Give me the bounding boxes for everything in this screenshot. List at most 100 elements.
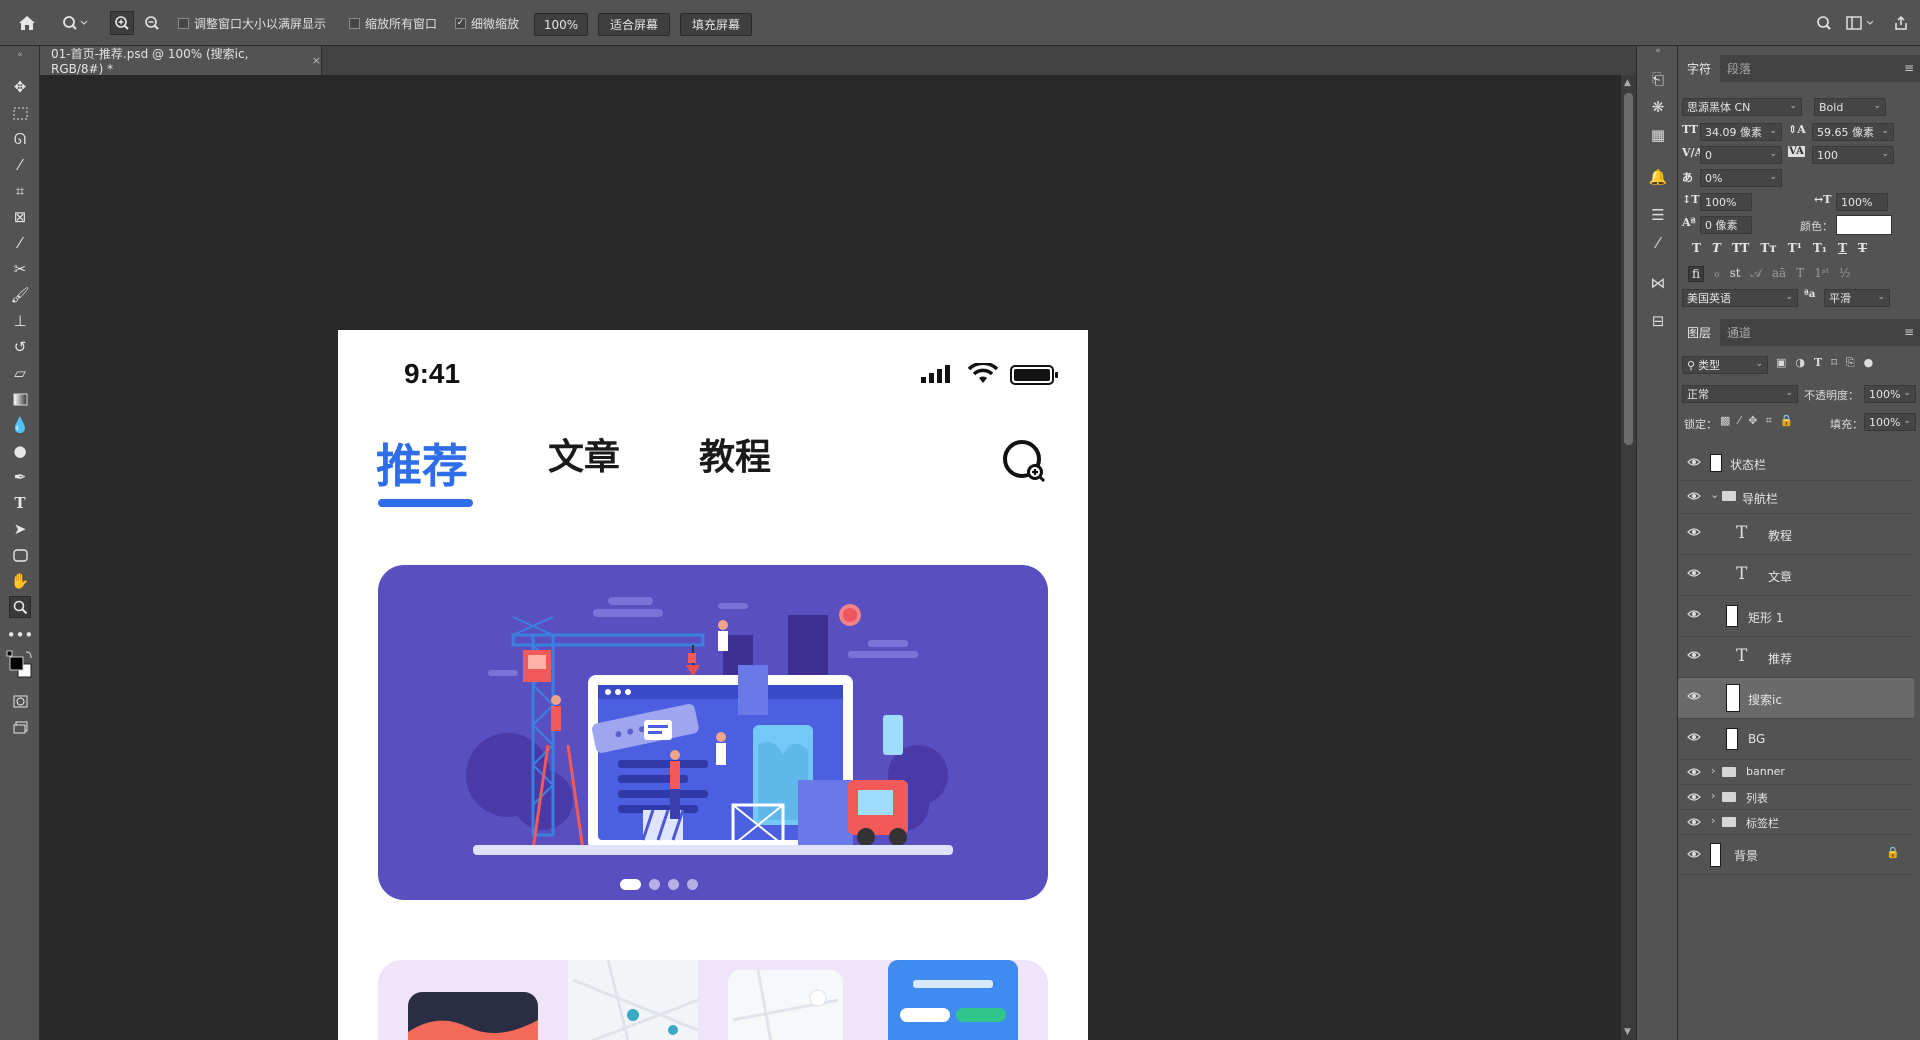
search-icon[interactable] [1816,12,1832,34]
zoom-tool-icon[interactable] [9,596,31,618]
old-style-icon[interactable]: ℴ [1714,266,1720,282]
history-brush-tool-icon[interactable]: ↺ [9,336,31,358]
titling-icon[interactable]: aā [1772,266,1786,282]
layer-row-tutorial[interactable]: T 教程 [1678,514,1914,555]
image-filter-icon[interactable]: ▣ [1776,356,1786,370]
quick-mask-icon[interactable] [9,690,31,712]
zoom-out-icon[interactable] [144,12,160,34]
carousel-dot-active[interactable] [620,879,641,890]
chevron-right-icon[interactable]: › [1711,764,1715,777]
banner[interactable] [378,565,1048,900]
antialias-select[interactable]: 平滑 ⌄ [1824,289,1890,307]
visibility-eye-icon[interactable] [1687,849,1701,859]
ordinal-icon[interactable]: 1ˢᵗ [1814,266,1829,282]
marquee-tool-icon[interactable] [9,102,31,124]
dodge-tool-icon[interactable]: ● [9,440,31,462]
resize-windows-checkbox[interactable]: 调整窗口大小以满屏显示 [178,12,326,34]
lock-transparent-icon[interactable]: ▩ [1720,414,1730,428]
close-tab-icon[interactable]: × [312,54,321,67]
scroll-up-icon[interactable]: ▲ [1624,78,1631,88]
baseline-shift-field[interactable]: 0 像素 [1700,216,1752,234]
3d-panel-icon[interactable]: ❋ [1647,96,1669,118]
list-card[interactable] [378,960,1048,1040]
hand-tool-icon[interactable]: ✋ [9,570,31,592]
font-size-field[interactable]: 34.09 像素 ⌄ [1700,123,1782,141]
fit-screen-button[interactable]: 适合屏幕 [598,13,670,36]
carousel-dot[interactable] [649,879,660,890]
layer-row-background[interactable]: 背景 🔒 [1678,835,1914,875]
gradient-tool-icon[interactable] [9,388,31,410]
carousel-dot[interactable] [668,879,679,890]
font-family-select[interactable]: 思源黑体 CN ⌄ [1682,98,1802,116]
subscript-icon[interactable]: T₁ [1813,241,1827,255]
fractions-icon[interactable]: ½ [1839,266,1851,282]
visibility-eye-icon[interactable] [1687,527,1701,537]
search-icon[interactable] [1001,438,1051,491]
layer-row-banner[interactable]: › banner [1678,760,1914,785]
collapse-arrows-icon[interactable]: « [9,50,31,60]
blur-tool-icon[interactable]: 💧 [9,414,31,436]
visibility-eye-icon[interactable] [1687,568,1701,578]
vertical-scale-field[interactable]: 100% [1700,193,1752,211]
notifications-icon[interactable]: 🔔 [1647,166,1669,188]
adjustments-icon[interactable]: ☰ [1647,204,1669,226]
fill-field[interactable]: 100% ⌄ [1864,413,1916,431]
all-caps-icon[interactable]: TT [1732,241,1749,255]
brush-tool-icon[interactable]: 🖌 [9,284,31,306]
visibility-eye-icon[interactable] [1687,491,1701,501]
chevron-right-icon[interactable]: › [1711,814,1715,827]
visibility-eye-icon[interactable] [1687,817,1701,827]
tracking-field[interactable]: 100 ⌄ [1812,146,1894,164]
layer-row-nav-bar[interactable]: ⌄ 导航栏 [1678,481,1914,514]
tab-recommend[interactable]: 推荐 [376,430,468,496]
tab-layers[interactable]: 图层 [1678,319,1721,346]
strikethrough-icon[interactable]: T [1858,241,1867,255]
color-swatches[interactable] [6,650,34,680]
layer-filter-select[interactable]: ⚲ 类型 ⌄ [1682,356,1768,374]
zoom-tool-preset-icon[interactable] [62,12,88,34]
opacity-field[interactable]: 100% ⌄ [1864,385,1916,403]
lock-all-icon[interactable]: 🔒 [1780,414,1794,428]
more-tools-icon[interactable]: ••• [7,624,34,646]
type-filter-icon[interactable]: T [1814,356,1822,370]
lasso-tool-icon[interactable]: ᘏ [9,128,31,150]
stylistic-alternates-icon[interactable]: 𝒜 [1751,266,1762,282]
document-tab[interactable]: 01-首页-推荐.psd @ 100% (搜索ic, RGB/8#) * × [40,46,322,76]
vertical-scrollbar[interactable]: ▲ ▼ [1621,75,1636,1040]
small-caps-icon[interactable]: Tт [1760,241,1776,255]
home-icon[interactable] [18,12,36,34]
chevron-down-icon[interactable]: ⌄ [1710,488,1719,501]
panel-menu-icon[interactable]: ≡ [1904,325,1914,339]
shape-tool-icon[interactable] [9,544,31,566]
blend-mode-select[interactable]: 正常 ⌄ [1682,385,1798,403]
panel-menu-icon[interactable]: ≡ [1904,61,1914,75]
text-color-swatch[interactable] [1836,215,1892,235]
healing-brush-tool-icon[interactable]: ✂ [9,258,31,280]
tab-tutorials[interactable]: 教程 [699,428,771,480]
move-tool-icon[interactable]: ✥ [9,76,31,98]
artboard[interactable]: 9:41 推荐 文章 教程 [338,330,1088,1040]
zoom-in-icon[interactable] [110,11,134,35]
ordinals-icon[interactable]: T [1796,266,1804,282]
stamp-tool-icon[interactable]: ⊥ [9,310,31,332]
brush-settings-icon[interactable]: ⁄ [1647,232,1669,254]
grid-panel-icon[interactable]: ▦ [1647,124,1669,146]
layer-row-search-ic[interactable]: 搜索ic [1678,678,1914,719]
lock-position-icon[interactable]: ✥ [1748,414,1757,428]
history-panel-icon[interactable]: ⎗ [1647,68,1669,90]
visibility-eye-icon[interactable] [1687,609,1701,619]
screen-mode-icon[interactable] [9,716,31,738]
visibility-eye-icon[interactable] [1687,457,1701,467]
lock-pixels-icon[interactable]: ⁄ [1738,414,1740,428]
layer-row-status-bar[interactable]: 状态栏 [1678,447,1914,481]
layer-row-tab-bar[interactable]: › 标签栏 [1678,810,1914,835]
superscript-icon[interactable]: T¹ [1788,241,1802,255]
layer-row-rectangle[interactable]: 矩形 1 [1678,596,1914,637]
faux-bold-icon[interactable]: T [1692,241,1701,255]
horizontal-scale-field[interactable]: 100% [1836,193,1888,211]
visibility-eye-icon[interactable] [1687,650,1701,660]
tab-articles[interactable]: 文章 [548,428,620,480]
zoom-percent-field[interactable]: 100% [534,13,588,36]
smart-object-filter-icon[interactable]: ⎘ [1846,356,1855,370]
workspace-icon[interactable] [1846,12,1876,34]
